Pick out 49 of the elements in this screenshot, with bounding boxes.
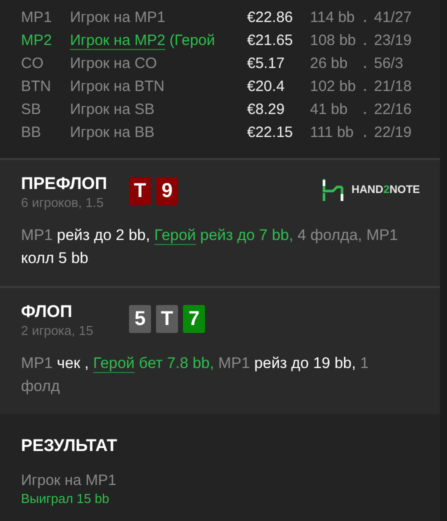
position-label: MP1 <box>21 9 53 26</box>
playing-card: T <box>156 305 178 333</box>
action-summary: MP1 рейз до 2 bb, Герой рейз до 7 bb, 4 фолда, MP1 колл 5 bb <box>21 226 399 269</box>
playing-card: 5 <box>129 305 151 333</box>
position-label: BTN <box>21 78 52 95</box>
street-title: ФЛОП <box>21 302 74 322</box>
playing-card: 9 <box>156 177 178 205</box>
player-name: Игрок на SB <box>70 101 156 118</box>
player-name: Игрок на BB <box>70 124 156 141</box>
position-label: MP2 <box>21 32 53 49</box>
hero-link[interactable]: Герой <box>154 227 196 244</box>
stack-amount: €8.29 <box>247 101 286 118</box>
position-label: BB <box>21 124 42 141</box>
player-stats: 22/19 <box>374 124 413 141</box>
playing-card: 7 <box>183 305 205 333</box>
player-stats: 23/19 <box>374 32 413 49</box>
player-stats: 56/3 <box>374 55 404 72</box>
stack-bb: 108 bb <box>310 32 357 49</box>
stack-amount: €22.86 <box>247 9 294 26</box>
stack-amount: €5.17 <box>247 55 286 72</box>
stack-amount: €22.15 <box>247 124 294 141</box>
stack-bb: 41 bb <box>310 101 349 118</box>
player-stats: 22/16 <box>374 101 413 118</box>
street-subtitle: 2 игрока, 15 <box>21 323 94 338</box>
player-name: Игрок на MP1 <box>70 9 166 26</box>
winner-name: Игрок на MP1 <box>21 472 118 489</box>
playing-card: T <box>129 177 151 205</box>
position-label: CO <box>21 55 44 72</box>
result-title: РЕЗУЛЬТАТ <box>21 436 118 456</box>
stack-bb: 111 bb <box>310 124 355 141</box>
street-title: ПРЕФЛОП <box>21 174 108 194</box>
hero-link[interactable]: Герой <box>93 355 135 372</box>
hero-link[interactable]: Игрок на MP2 <box>70 32 166 49</box>
player-name: Игрок на MP2 (Герой <box>70 32 216 49</box>
logo-text: HAND2NOTE <box>352 184 420 196</box>
stack-bb: 26 bb <box>310 55 349 72</box>
stack-amount: €20.4 <box>247 78 286 95</box>
player-stats: 21/18 <box>374 78 413 95</box>
player-stats: 41/27 <box>374 9 413 26</box>
action-summary: MP1 чек , Герой бет 7.8 bb, MP1 рейз до 19 bb, 1 фолд <box>21 354 370 397</box>
player-name: Игрок на BTN <box>70 78 166 95</box>
position-label: SB <box>21 101 42 118</box>
stack-bb: 114 bb <box>310 9 356 26</box>
win-amount: Выиграл 15 bb <box>21 491 110 506</box>
logo-icon <box>322 179 344 201</box>
stack-amount: €21.65 <box>247 32 294 49</box>
stack-bb: 102 bb <box>310 78 357 95</box>
player-name: Игрок на CO <box>70 55 158 72</box>
street-subtitle: 6 игроков, 1.5 <box>21 195 105 210</box>
